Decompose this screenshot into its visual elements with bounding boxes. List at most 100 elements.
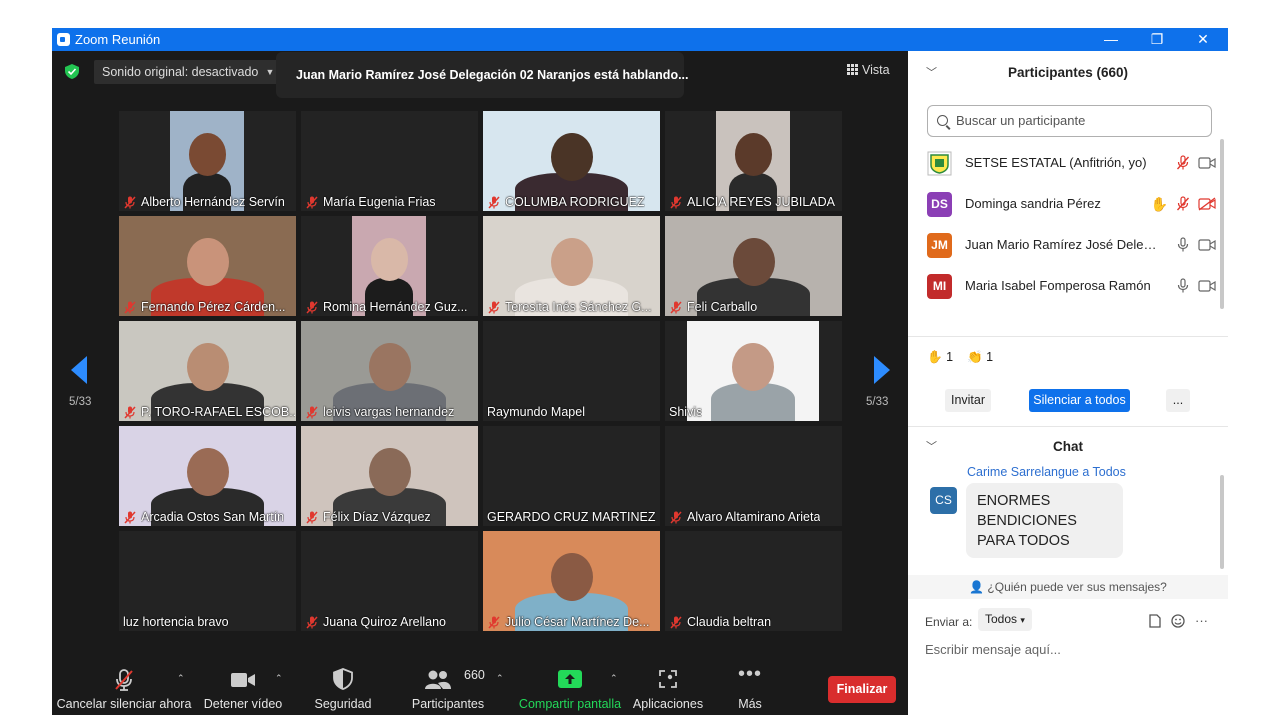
close-button[interactable]: ✕ xyxy=(1188,30,1218,49)
participant-video-tile[interactable]: Fernando Pérez Cárden... xyxy=(119,216,296,316)
participant-video-tile[interactable]: Arcadia Ostos San Martín xyxy=(119,426,296,526)
page-indicator-left: 5/33 xyxy=(69,396,92,408)
view-button[interactable]: Vista xyxy=(847,63,890,77)
participant-video-feed xyxy=(687,321,819,421)
next-page-arrow[interactable] xyxy=(874,356,890,384)
participant-video-tile[interactable]: María Eugenia Frias xyxy=(301,111,478,211)
participant-silhouette-head xyxy=(550,553,593,602)
participant-video-tile[interactable]: Julio César Martínez De... xyxy=(483,531,660,631)
participant-name: GERARDO CRUZ MARTINEZ xyxy=(487,510,656,524)
participant-video-tile[interactable]: GERARDO CRUZ MARTINEZ xyxy=(483,426,660,526)
participant-name-label: P. TORO-RAFAEL ESCOB... xyxy=(123,405,295,419)
end-meeting-button[interactable]: Finalizar xyxy=(828,676,896,703)
participant-name-label: leivis vargas hernandez xyxy=(305,405,454,419)
share-options-caret[interactable]: ⌃ xyxy=(610,673,618,684)
participant-name-label: ALICIA REYES JUBILADA xyxy=(669,195,835,209)
video-camera-off-icon[interactable] xyxy=(1198,197,1216,211)
video-camera-icon[interactable] xyxy=(1198,156,1216,170)
participant-video-tile[interactable]: Félix Díaz Vázquez xyxy=(301,426,478,526)
participant-row[interactable]: JM Juan Mario Ramírez José Deleg... xyxy=(908,225,1220,266)
collapse-participants-chevron-icon[interactable]: ﹀ xyxy=(926,53,937,93)
video-camera-icon[interactable] xyxy=(1198,279,1216,293)
participant-row-name: SETSE ESTATAL (Anfitrión, yo) xyxy=(965,155,1147,170)
chat-message-input[interactable]: Escribir mensaje aquí... xyxy=(925,642,1061,657)
participant-list-scrollbar[interactable] xyxy=(1220,139,1224,309)
mic-icon[interactable] xyxy=(1175,278,1191,294)
send-to-dropdown[interactable]: Todos ▾ xyxy=(978,608,1032,631)
participant-video-tile[interactable]: Alvaro Altamirano Arieta xyxy=(665,426,842,526)
participant-name-label: GERARDO CRUZ MARTINEZ xyxy=(487,510,656,524)
participant-video-tile[interactable]: Alberto Hernández Servín xyxy=(119,111,296,211)
participant-video-tile[interactable]: COLUMBA RODRIGUEZ xyxy=(483,111,660,211)
raised-hand-icon: ✋ xyxy=(927,350,943,364)
unmute-label: Cancelar silenciar ahora xyxy=(56,697,192,711)
participant-name: Julio César Martínez De... xyxy=(505,615,650,629)
emoji-icon[interactable] xyxy=(1171,613,1185,628)
invite-button[interactable]: Invitar xyxy=(945,389,991,412)
participant-video-tile[interactable]: Shivis xyxy=(665,321,842,421)
participant-video-tile[interactable]: P. TORO-RAFAEL ESCOB... xyxy=(119,321,296,421)
participant-video-tile[interactable]: luz hortencia bravo xyxy=(119,531,296,631)
participant-name: Teresita Inés Sánchez G... xyxy=(505,300,652,314)
audio-options-caret[interactable]: ⌃ xyxy=(177,673,185,684)
participant-name: Romina Hernández Guz... xyxy=(323,300,468,314)
file-icon[interactable] xyxy=(1149,613,1161,628)
participant-silhouette-head xyxy=(368,343,411,392)
chat-panel-header: ﹀ Chat xyxy=(908,427,1228,467)
muted-mic-icon[interactable] xyxy=(1175,155,1191,171)
participant-name-label: Raymundo Mapel xyxy=(487,405,585,419)
chat-more-button[interactable]: ··· xyxy=(1195,613,1208,628)
participant-name-label: Claudia beltran xyxy=(669,615,771,629)
minimize-button[interactable]: — xyxy=(1096,30,1126,49)
video-options-caret[interactable]: ⌃ xyxy=(275,673,283,684)
participant-name: Juana Quiroz Arellano xyxy=(323,615,446,629)
muted-mic-icon xyxy=(306,405,318,419)
collapse-chat-chevron-icon[interactable]: ﹀ xyxy=(926,427,937,467)
mic-icon[interactable] xyxy=(1175,237,1191,253)
participant-name-label: Alvaro Altamirano Arieta xyxy=(669,510,820,524)
chat-scrollbar[interactable] xyxy=(1220,475,1224,569)
security-label: Seguridad xyxy=(314,697,372,711)
participants-options-caret[interactable]: ⌃ xyxy=(496,673,504,684)
participant-name-label: Alberto Hernández Servín xyxy=(123,195,285,209)
participant-search-placeholder: Buscar un participante xyxy=(956,113,1086,128)
muted-mic-icon xyxy=(124,510,136,524)
participant-video-tile[interactable]: Juana Quiroz Arellano xyxy=(301,531,478,631)
video-camera-icon[interactable] xyxy=(1198,238,1216,252)
participant-video-tile[interactable]: Feli Carballo xyxy=(665,216,842,316)
person-lock-icon: 👤 xyxy=(969,580,985,594)
participant-list: SETSE ESTATAL (Anfitrión, yo) DS Dominga s… xyxy=(908,143,1220,307)
participant-video-tile[interactable]: Romina Hernández Guz... xyxy=(301,216,478,316)
participant-name: leivis vargas hernandez xyxy=(323,405,455,419)
raised-hand-count: 1 xyxy=(946,350,954,364)
mute-all-button[interactable]: Silenciar a todos xyxy=(1029,389,1130,412)
participant-name-label: María Eugenia Frias xyxy=(305,195,436,209)
muted-mic-icon xyxy=(488,195,500,209)
participant-row[interactable]: MI Maria Isabel Fomperosa Ramón xyxy=(908,266,1220,307)
participant-row[interactable]: SETSE ESTATAL (Anfitrión, yo) xyxy=(908,143,1220,184)
participants-label: Participantes xyxy=(411,697,485,711)
page-indicator-right: 5/33 xyxy=(866,396,889,408)
original-sound-toggle[interactable]: Sonido original: desactivado xyxy=(94,60,267,84)
send-to-value: Todos xyxy=(985,612,1018,626)
previous-page-arrow[interactable] xyxy=(71,356,87,384)
participant-video-tile[interactable]: leivis vargas hernandez xyxy=(301,321,478,421)
participant-video-tile[interactable]: Teresita Inés Sánchez G... xyxy=(483,216,660,316)
participant-video-tile[interactable]: ALICIA REYES JUBILADA xyxy=(665,111,842,211)
participants-more-button[interactable]: ... xyxy=(1166,389,1190,412)
participant-row[interactable]: DS Dominga sandria Pérez ✋ xyxy=(908,184,1220,225)
participant-search-input[interactable]: Buscar un participante xyxy=(927,105,1212,137)
participant-name-label: Félix Díaz Vázquez xyxy=(305,510,431,524)
who-can-see-messages-link[interactable]: 👤 ¿Quién puede ver sus mensajes? xyxy=(908,575,1228,599)
restore-button[interactable]: ❐ xyxy=(1142,30,1172,49)
encryption-shield-icon[interactable] xyxy=(65,64,79,79)
participant-name: Fernando Pérez Cárden... xyxy=(141,300,286,314)
avatar: DS xyxy=(927,192,952,217)
avatar xyxy=(927,151,952,176)
chat-sender-avatar: CS xyxy=(930,487,957,514)
muted-mic-icon[interactable] xyxy=(1175,196,1191,212)
participant-video-tile[interactable]: Claudia beltran xyxy=(665,531,842,631)
chat-panel-title: Chat xyxy=(1053,439,1083,454)
participant-video-tile[interactable]: Raymundo Mapel xyxy=(483,321,660,421)
participant-name: ALICIA REYES JUBILADA xyxy=(687,195,835,209)
